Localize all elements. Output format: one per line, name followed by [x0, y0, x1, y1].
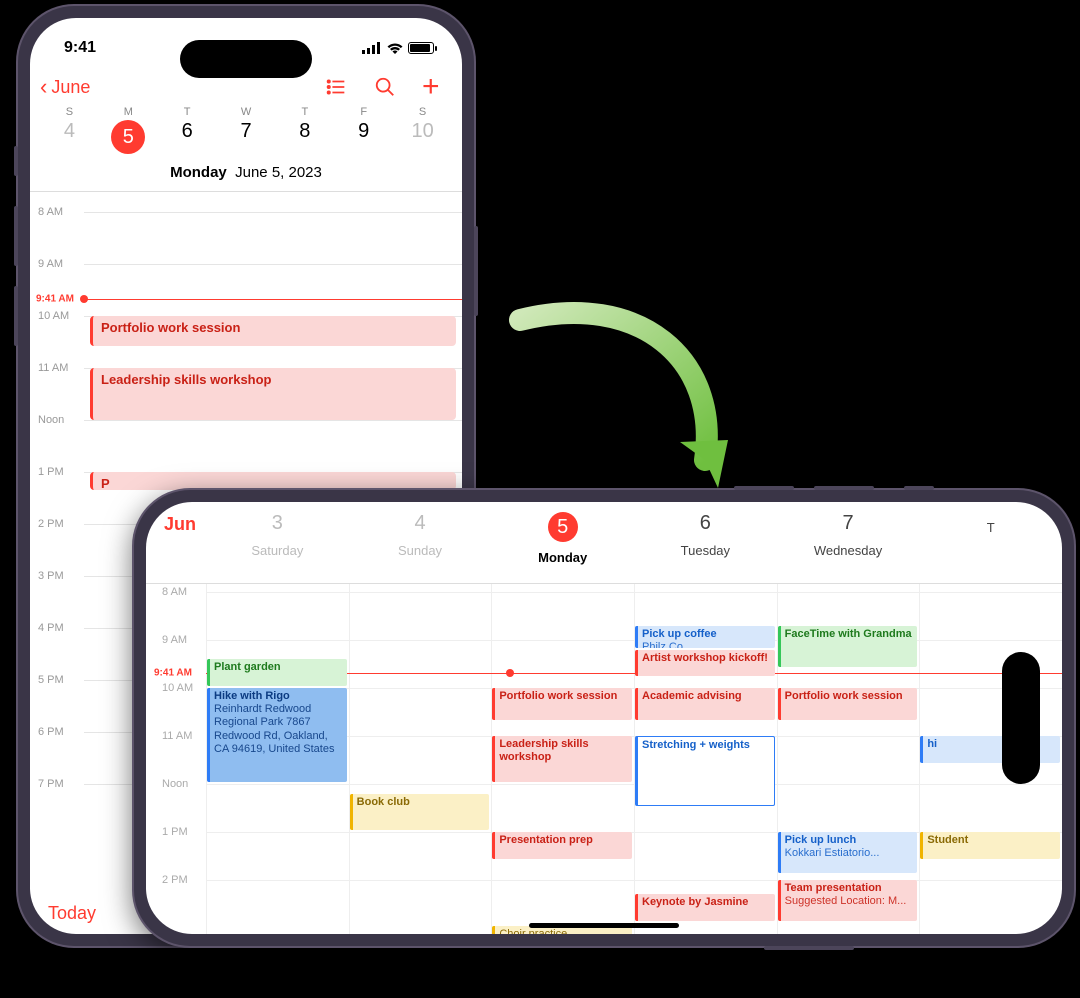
- calendar-event[interactable]: Academic advising: [635, 688, 775, 720]
- calendar-event[interactable]: Book club: [350, 794, 490, 830]
- calendar-event[interactable]: Stretching + weights: [635, 736, 775, 806]
- calendar-event[interactable]: Pick up lunchKokkari Estiatorio...: [778, 832, 918, 873]
- week-day-head[interactable]: 7Wednesday: [777, 502, 920, 583]
- list-view-icon[interactable]: [326, 76, 348, 98]
- rotation-arrow-icon: [490, 300, 750, 520]
- week-day-head[interactable]: 4Sunday: [349, 502, 492, 583]
- selected-date-label: Monday June 5, 2023: [30, 164, 462, 192]
- day-cell[interactable]: 8: [275, 120, 334, 154]
- month-label[interactable]: Jun: [146, 502, 206, 583]
- day-number-row: 45678910: [30, 118, 462, 164]
- chevron-left-icon: ‹: [40, 76, 47, 98]
- status-time: 9:41: [64, 39, 96, 57]
- calendar-event[interactable]: FaceTime with Grandma: [778, 626, 918, 667]
- calendar-event[interactable]: Portfolio work session: [90, 316, 456, 346]
- day-cell[interactable]: 5: [99, 120, 158, 154]
- day-cell[interactable]: 7: [217, 120, 276, 154]
- day-cell[interactable]: 10: [393, 120, 452, 154]
- calendar-event[interactable]: Portfolio work session: [492, 688, 632, 720]
- wifi-icon: [386, 42, 404, 54]
- calendar-event[interactable]: Presentation prep: [492, 832, 632, 859]
- signal-icon: [362, 42, 382, 54]
- calendar-event[interactable]: Keynote by Jasmine: [635, 894, 775, 921]
- calendar-event[interactable]: Plant garden: [207, 659, 347, 686]
- calendar-event[interactable]: Portfolio work session: [778, 688, 918, 720]
- calendar-event[interactable]: Student: [920, 832, 1060, 859]
- weekday-header: SMTWTFS: [30, 106, 462, 118]
- week-day-head[interactable]: 3Saturday: [206, 502, 349, 583]
- week-grid[interactable]: 8 AM9 AM10 AM11 AMNoon1 PM2 PM9:41 AMPla…: [146, 584, 1062, 934]
- back-label: June: [51, 77, 90, 98]
- calendar-event[interactable]: Leadership skills workshop: [492, 736, 632, 782]
- day-cell[interactable]: 9: [334, 120, 393, 154]
- iphone-landscape: Jun 3Saturday4Sunday5Monday6Tuesday7Wedn…: [134, 490, 1074, 946]
- week-day-head[interactable]: T: [919, 502, 1062, 583]
- calendar-event[interactable]: P: [90, 472, 456, 490]
- add-event-icon[interactable]: +: [422, 76, 444, 98]
- calendar-event[interactable]: Pick up coffeePhilz Co...: [635, 626, 775, 648]
- calendar-event[interactable]: Artist workshop kickoff!: [635, 650, 775, 677]
- back-button[interactable]: ‹ June: [40, 76, 90, 98]
- calendar-event[interactable]: Team presentationSuggested Location: M..…: [778, 880, 918, 921]
- day-cell[interactable]: 6: [158, 120, 217, 154]
- calendar-event[interactable]: Hike with RigoReinhardt Redwood Regional…: [207, 688, 347, 782]
- home-indicator[interactable]: [529, 923, 679, 928]
- search-icon[interactable]: [374, 76, 396, 98]
- today-button[interactable]: Today: [48, 903, 96, 924]
- day-cell[interactable]: 4: [40, 120, 99, 154]
- battery-icon: [408, 42, 434, 54]
- calendar-event[interactable]: Leadership skills workshop: [90, 368, 456, 420]
